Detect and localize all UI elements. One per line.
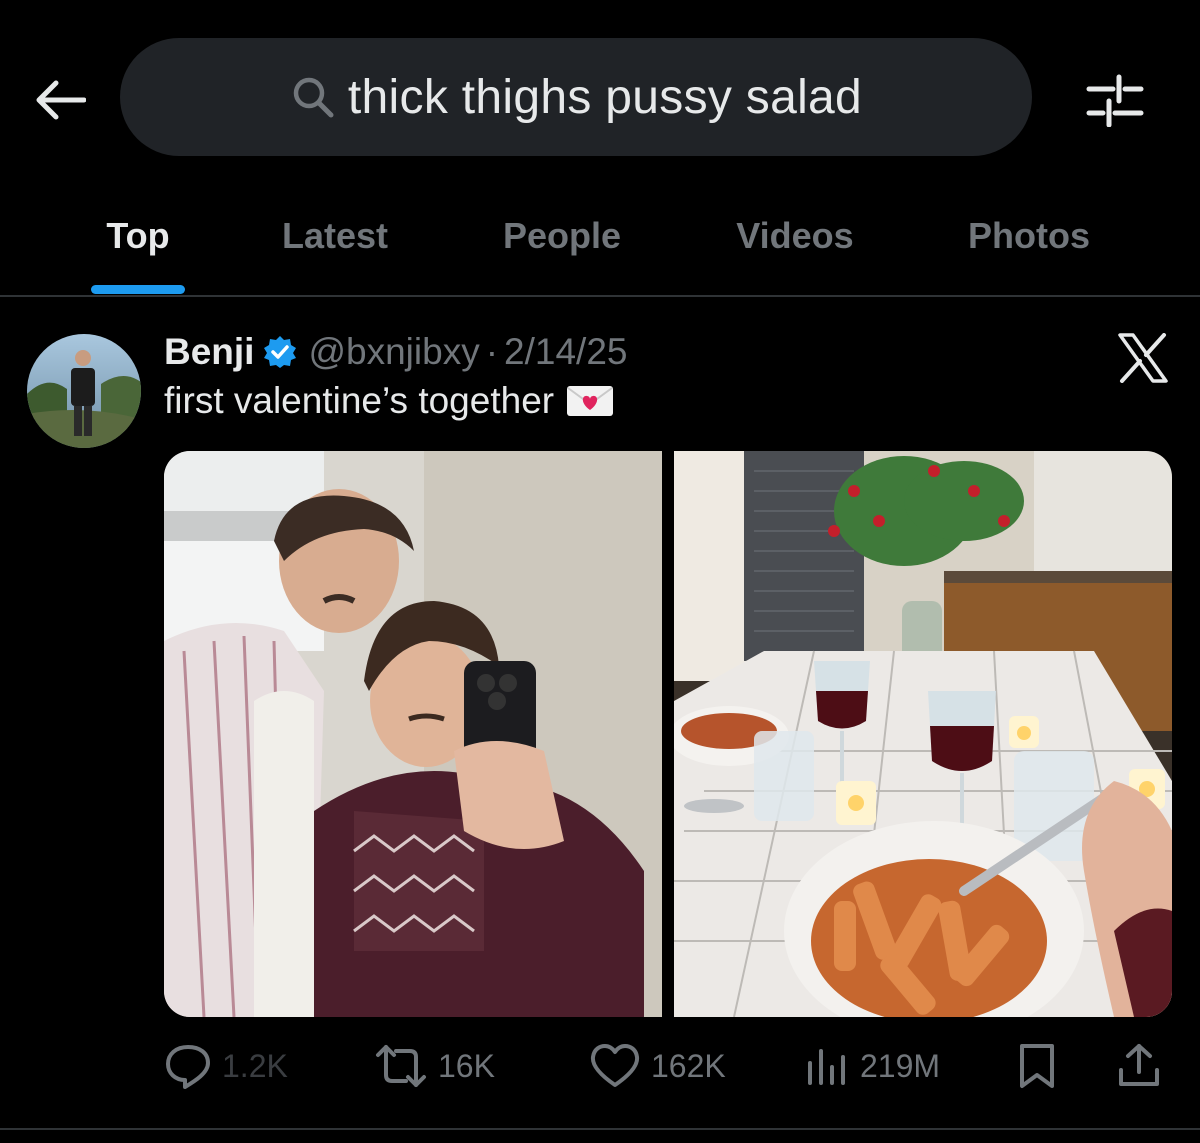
selfie-photo[interactable] [164, 451, 662, 1017]
back-button[interactable] [30, 70, 90, 130]
tab-latest[interactable]: Latest [270, 206, 400, 266]
tweet-text: first valentine’s together [164, 380, 555, 421]
search-filter-button[interactable] [1080, 66, 1150, 132]
search-input[interactable]: thick thighs pussy salad [120, 38, 1032, 156]
tab-photos[interactable]: Photos [956, 206, 1102, 266]
separator-dot: · [485, 331, 499, 372]
tweet-actions: 1.2K 16K 162K 219M [164, 1036, 1174, 1096]
like-count: 162K [651, 1047, 726, 1084]
like-button[interactable]: 162K [589, 1036, 726, 1096]
tweet-body: first valentine’s together [164, 380, 614, 422]
search-query[interactable]: thick thighs pussy salad [348, 70, 862, 125]
active-tab-indicator [91, 285, 185, 294]
repost-button[interactable]: 16K [374, 1036, 495, 1096]
sliders-icon [1086, 74, 1144, 127]
post-date[interactable]: 2/14/25 [504, 331, 627, 373]
reply-count: 1.2K [222, 1047, 288, 1084]
author-name[interactable]: Benji [164, 331, 254, 373]
reply-icon [166, 1045, 210, 1089]
tweet-header: Benji @bxnjibxy · 2/14/25 [164, 328, 627, 376]
top-bar: thick thighs pussy salad [0, 0, 1200, 190]
search-tabs: Top Latest People Videos Photos [0, 190, 1200, 296]
back-arrow-icon [36, 80, 86, 120]
bookmark-button[interactable] [1016, 1036, 1058, 1096]
search-icon [290, 74, 336, 120]
tweet-media [164, 451, 1172, 1017]
love-letter-icon [566, 384, 614, 418]
avatar[interactable] [27, 334, 141, 448]
heart-icon [590, 1044, 640, 1087]
share-icon [1119, 1044, 1159, 1086]
repost-count: 16K [438, 1047, 495, 1084]
share-button[interactable] [1116, 1036, 1162, 1096]
reply-button[interactable]: 1.2K [164, 1036, 288, 1096]
views-button[interactable]: 219M [804, 1036, 940, 1096]
bookmark-icon [1020, 1044, 1054, 1088]
analytics-icon [808, 1049, 845, 1085]
verified-badge-icon [262, 334, 298, 370]
tab-videos[interactable]: Videos [724, 206, 866, 266]
tab-top[interactable]: Top [92, 206, 184, 266]
tab-people[interactable]: People [492, 206, 632, 266]
x-logo-icon [1117, 333, 1169, 383]
tweet-divider [0, 1128, 1200, 1130]
author-handle[interactable]: @bxnjibxy [308, 331, 479, 373]
dinner-table-photo[interactable] [669, 451, 1172, 1017]
views-count: 219M [860, 1047, 941, 1084]
repost-icon [376, 1045, 426, 1087]
tabs-divider [0, 295, 1200, 297]
